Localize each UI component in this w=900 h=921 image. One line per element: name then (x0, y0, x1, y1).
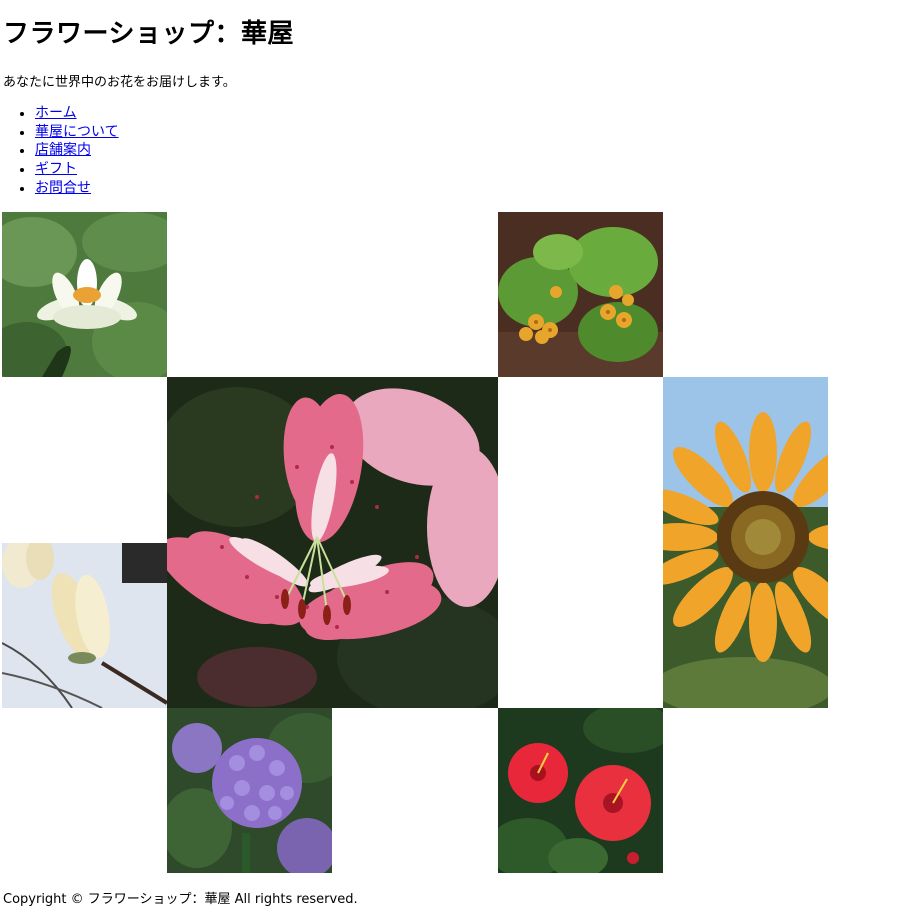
hibiscus-photo (498, 708, 663, 873)
nav-link-contact[interactable]: お問合せ (35, 180, 91, 196)
lily-photo (167, 377, 498, 708)
hydrangea-photo (167, 708, 332, 873)
nav-item-stores: 店舗案内 (3, 141, 119, 160)
main-nav: ホーム 華屋について 店舗案内 ギフト お問合せ (3, 104, 119, 197)
magnolia-photo (2, 543, 167, 708)
nav-item-gift: ギフト (3, 160, 119, 179)
nav-link-about[interactable]: 華屋について (35, 124, 119, 140)
tagline: あなたに世界中のお花をお届けします。 (3, 75, 236, 90)
primrose-photo (498, 212, 663, 377)
sunflower-photo (663, 377, 828, 708)
nav-link-gift[interactable]: ギフト (35, 161, 77, 177)
nav-item-about: 華屋について (3, 123, 119, 142)
nav-item-home: ホーム (3, 104, 119, 123)
nav-item-contact: お問合せ (3, 179, 119, 198)
nav-link-home[interactable]: ホーム (35, 105, 77, 121)
nav-link-stores[interactable]: 店舗案内 (35, 142, 91, 158)
page: フラワーショップ：華屋 あなたに世界中のお花をお届けします。 ホーム 華屋につい… (0, 0, 900, 921)
water-lily-photo (2, 212, 167, 377)
footer-copyright: Copyright © フラワーショップ：華屋 All rights reser… (3, 892, 358, 907)
site-title: フラワーショップ：華屋 (3, 19, 294, 49)
